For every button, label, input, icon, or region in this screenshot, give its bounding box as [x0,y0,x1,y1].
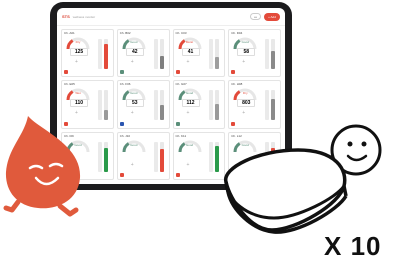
tile-status: Dry [75,40,81,44]
app-topbar: STS wellness monitor ••• + Add [57,8,285,26]
app-brand-sub: wellness monitor [72,14,96,19]
tile-bar-secondary [209,90,214,121]
tile-add-icon[interactable]: + [242,59,245,65]
tile-level-bar [159,39,164,69]
tile-level-fill [271,99,275,121]
tile-header: Ch. B02 [119,31,131,35]
tile-bar-secondary [153,90,158,121]
tile-value: 41 [181,48,200,56]
app-brand: STS [62,14,70,19]
tile-level-fill [215,57,220,69]
tile-header: Ch. A01 [64,31,75,35]
tile-header: Ch. E05 [64,82,75,87]
water-drop-mascot-icon [3,116,81,217]
tile-status: Good [185,91,194,96]
tile-header: Ch. J10 [119,133,131,138]
tile-status-dot [175,172,180,177]
tile-header: Ch. H08 [231,82,243,87]
tile-status: Good [130,91,138,96]
tile-header: Ch. C03 [175,31,187,35]
tile-status-dot [119,121,124,126]
sensor-tile[interactable]: Ch. A01 Dry 125 + [61,29,114,78]
sensor-tile[interactable]: Ch. F06 Good 53 + [116,80,170,129]
tile-status: Good [130,40,138,44]
tile-bar-secondary [153,39,158,69]
tile-value: 110 [70,99,88,108]
tile-header: Ch. D04 [231,31,243,35]
toolbar-pill[interactable]: ••• [249,13,261,20]
tile-level-fill [159,105,164,121]
tile-add-icon[interactable]: + [131,59,134,65]
tile-value: 125 [70,48,88,56]
add-button[interactable]: + Add [264,12,280,21]
sensor-tile[interactable]: Ch. B02 Good 42 + [116,29,170,78]
tile-bar-secondary [153,141,158,172]
tile-level-bar [271,90,275,121]
tile-bar-secondary [209,39,214,69]
tile-status-dot [231,70,236,75]
tile-add-icon[interactable]: + [187,162,190,168]
tile-value: 58 [237,48,256,56]
tile-level-fill [159,149,164,172]
quantity-caption: X 10 [324,231,382,261]
tile-status-dot [64,70,68,75]
toolbar-pill-label: ••• [253,14,257,19]
tile-bar-secondary [97,39,102,69]
tile-status-dot [119,172,124,177]
tile-level-fill [103,109,108,121]
tile-add-icon[interactable]: + [75,59,78,65]
tile-header: Ch. K11 [175,133,187,138]
tile-value: 53 [125,99,144,108]
tile-add-icon[interactable]: + [242,110,245,116]
tile-level-bar [103,141,108,172]
tile-level-bar [271,39,275,69]
tile-bar-secondary [265,90,269,121]
sensor-tile[interactable]: Ch. D04 Good 58 + [228,29,281,78]
tile-status: Good [130,142,138,147]
tile-status: Good [241,40,249,44]
tile-header: Ch. F06 [119,82,131,87]
add-button-label: + Add [268,14,276,19]
tile-bar-secondary [97,90,102,121]
sensor-pod-mascot-icon [224,124,382,234]
tile-add-icon[interactable]: + [131,162,134,168]
tile-level-fill [103,147,108,172]
sensor-tile[interactable]: Ch. C03 Moist 41 + [172,29,226,78]
tile-status: Dry [242,91,248,96]
tile-level-fill [271,51,275,69]
tile-value: 803 [237,99,256,108]
tile-add-icon[interactable]: + [187,59,190,65]
tile-level-bar [215,39,220,69]
tile-status: Good [185,142,194,147]
tile-bar-secondary [97,141,102,172]
tile-add-icon[interactable]: + [187,110,190,116]
tile-status: Moist [185,40,194,44]
tile-level-bar [103,90,108,121]
tile-bar-secondary [265,39,269,69]
tile-level-bar [215,90,220,121]
tile-bar-secondary [209,141,214,172]
tile-add-icon[interactable]: + [131,110,134,116]
tile-level-bar [159,141,164,172]
sensor-tile[interactable]: Ch. J10 Good + [116,131,170,180]
tile-level-bar [159,90,164,121]
tile-level-fill [159,55,164,69]
tile-header: Ch. G07 [175,82,187,87]
tile-level-fill [103,43,108,69]
tile-status: Wet [75,91,81,96]
tile-level-fill [215,103,220,121]
tile-value: 42 [125,48,144,56]
tile-status-dot [119,70,124,75]
tile-status-dot [175,70,180,75]
tile-status-dot [175,121,180,126]
tile-value: 112 [181,99,200,108]
tile-level-bar [103,39,108,69]
